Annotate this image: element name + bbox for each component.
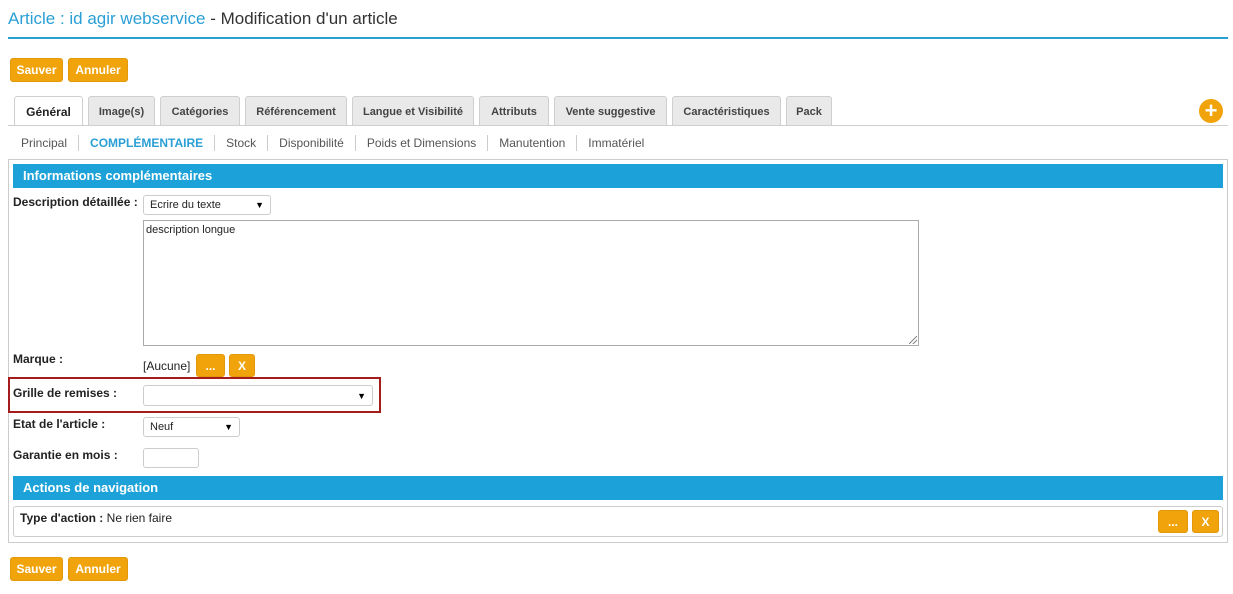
- tabs-divider: [8, 125, 1228, 126]
- save-button-bottom[interactable]: Sauver: [10, 557, 63, 581]
- tab-categories[interactable]: Catégories: [160, 96, 240, 126]
- section-header-navigation: Actions de navigation: [13, 476, 1223, 500]
- subtab-stock[interactable]: Stock: [214, 135, 267, 151]
- description-mode-value: Ecrire du texte: [150, 199, 221, 211]
- action-type-text: Type d'action : Ne rien faire: [20, 511, 172, 525]
- brand-browse-button[interactable]: ...: [196, 354, 225, 377]
- tab-langue-visibilite[interactable]: Langue et Visibilité: [352, 96, 474, 126]
- subtab-disponibilite[interactable]: Disponibilité: [267, 135, 355, 151]
- breadcrumb-article[interactable]: Article : id agir webservice: [8, 9, 205, 28]
- title-separator: -: [205, 9, 221, 28]
- subtab-complementaire[interactable]: COMPLÉMENTAIRE: [78, 135, 214, 151]
- discount-grid-select[interactable]: ▼: [143, 385, 373, 406]
- tab-attributs[interactable]: Attributs: [479, 96, 549, 126]
- warranty-input[interactable]: [143, 448, 199, 468]
- chevron-down-icon: ▼: [255, 200, 264, 210]
- description-mode-select[interactable]: Ecrire du texte ▼: [143, 195, 271, 215]
- subtab-principal[interactable]: Principal: [10, 135, 78, 151]
- tab-caracteristiques[interactable]: Caractéristiques: [672, 96, 781, 126]
- page-title: Article : id agir webservice - Modificat…: [8, 9, 1228, 39]
- article-state-select[interactable]: Neuf ▼: [143, 417, 240, 437]
- cancel-button-top[interactable]: Annuler: [68, 58, 128, 82]
- action-type-row: Type d'action : Ne rien faire: [13, 506, 1223, 537]
- plus-circle-icon[interactable]: +: [1199, 99, 1223, 123]
- chevron-down-icon: ▼: [224, 422, 233, 432]
- subtab-immateriel[interactable]: Immatériel: [576, 135, 655, 151]
- save-button-top[interactable]: Sauver: [10, 58, 63, 82]
- tab-vente-suggestive[interactable]: Vente suggestive: [554, 96, 667, 126]
- resize-grip-icon[interactable]: [909, 336, 917, 344]
- description-text: description longue: [146, 224, 236, 236]
- subtab-poids-dimensions[interactable]: Poids et Dimensions: [354, 135, 487, 151]
- brand-clear-button[interactable]: X: [229, 354, 255, 377]
- discount-grid-label: Grille de remises :: [13, 386, 118, 400]
- tab-referencement[interactable]: Référencement: [245, 96, 347, 126]
- section-header-informations: Informations complémentaires: [13, 164, 1223, 188]
- brand-value: [Aucune]: [143, 359, 191, 373]
- article-state-value: Neuf: [150, 421, 174, 433]
- page-heading: Modification d'un article: [220, 9, 398, 28]
- subtab-manutention[interactable]: Manutention: [487, 135, 576, 151]
- tab-general[interactable]: Général: [14, 96, 83, 126]
- warranty-label: Garantie en mois :: [13, 448, 118, 462]
- article-state-label: Etat de l'article :: [13, 417, 106, 431]
- action-type-label: Type d'action :: [20, 511, 104, 525]
- brand-label: Marque :: [13, 352, 64, 366]
- action-clear-button[interactable]: X: [1192, 510, 1219, 533]
- action-type-value: Ne rien faire: [106, 511, 173, 525]
- sub-tabs: Principal COMPLÉMENTAIRE Stock Disponibi…: [10, 134, 655, 152]
- chevron-down-icon: ▼: [357, 390, 366, 401]
- description-textarea[interactable]: description longue: [143, 220, 919, 346]
- description-label: Description détaillée :: [13, 195, 138, 209]
- action-browse-button[interactable]: ...: [1158, 510, 1188, 533]
- tab-pack[interactable]: Pack: [786, 96, 832, 126]
- cancel-button-bottom[interactable]: Annuler: [68, 557, 128, 581]
- tab-images[interactable]: Image(s): [88, 96, 155, 126]
